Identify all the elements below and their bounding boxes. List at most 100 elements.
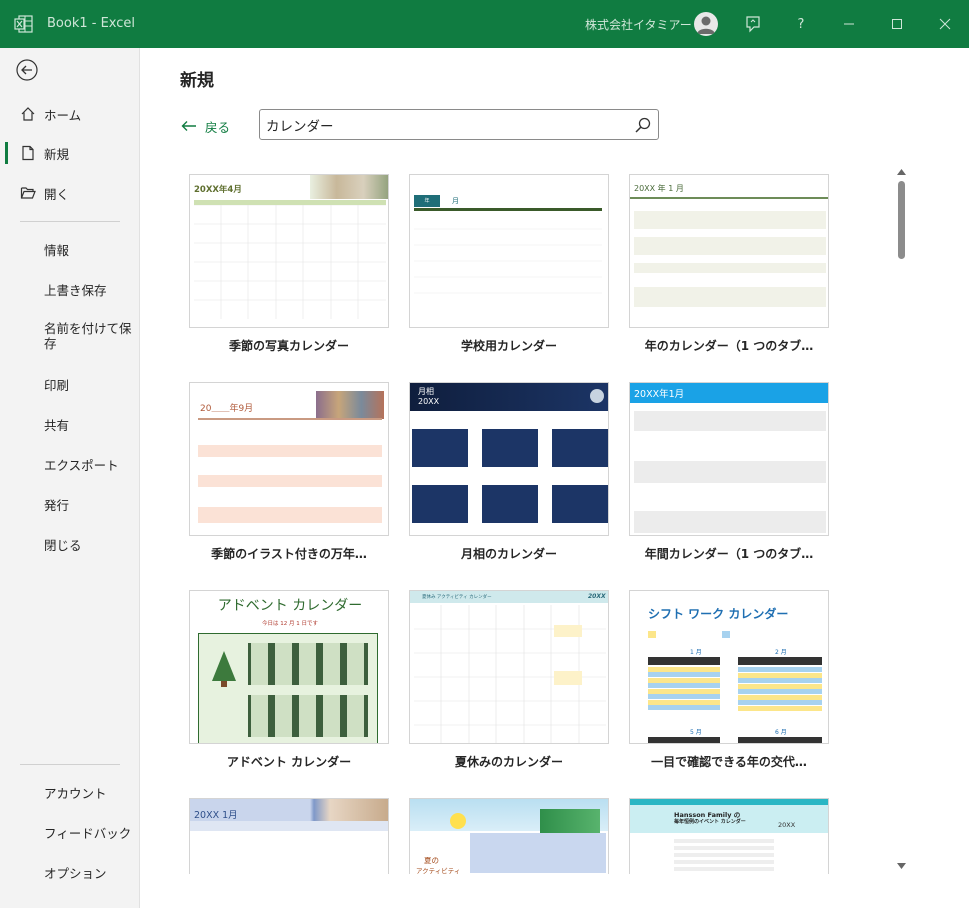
thumb-title: 20XX 1月: [194, 810, 238, 821]
feedback-icon[interactable]: [741, 12, 765, 36]
template-label: 年間カレンダー（1 つのタブ…: [644, 547, 814, 561]
tree-icon: [212, 651, 236, 687]
scroll-down-icon[interactable]: [896, 862, 907, 870]
back-label: 戻る: [205, 119, 231, 135]
avatar[interactable]: [694, 12, 718, 36]
thumb-subtitle: 20XX: [588, 593, 606, 600]
template-search-box[interactable]: [259, 109, 659, 140]
template-label: 夏休みのカレンダー: [454, 755, 563, 769]
sidebar-item-save[interactable]: 上書き保存: [0, 272, 139, 306]
sidebar-item-label: フィードバック: [44, 825, 132, 841]
template-label: 年のカレンダー（1 つのタブ…: [644, 339, 814, 353]
sidebar-item-export[interactable]: エクスポート: [0, 447, 139, 481]
help-icon[interactable]: ?: [789, 12, 813, 36]
sidebar-item-label: オプション: [44, 865, 107, 881]
back-button[interactable]: 戻る: [181, 116, 230, 136]
search-input[interactable]: [266, 115, 626, 135]
thumb-month: 1 月: [690, 649, 702, 656]
thumb-month: 5 月: [690, 729, 702, 736]
user-icon: [697, 16, 715, 34]
sidebar-item-new[interactable]: 新規: [0, 136, 139, 170]
scrollbar-thumb[interactable]: [898, 181, 905, 259]
thumb-title: 月相: [418, 387, 434, 396]
template-thumbnail[interactable]: 20XX 1月: [189, 798, 389, 874]
template-thumbnail[interactable]: 夏の アクティビティ: [409, 798, 609, 874]
template-thumbnail[interactable]: 20XX年1月: [629, 382, 829, 536]
template-thumbnail[interactable]: 20XX年4月: [189, 174, 389, 328]
template-label: 一目で確認できる年の交代…: [651, 755, 807, 769]
template-thumbnail[interactable]: 夏休み アクティビティ カレンダー 20XX: [409, 590, 609, 744]
thumb-title: 20＿＿年9月: [200, 404, 254, 414]
template-thumbnail[interactable]: 年 月: [409, 174, 609, 328]
excel-icon: [14, 15, 33, 33]
thumb-title: 20XX年1月: [634, 389, 685, 400]
maximize-icon[interactable]: [885, 12, 909, 36]
sidebar-item-feedback[interactable]: フィードバック: [0, 815, 139, 849]
new-document-icon: [22, 145, 34, 161]
sidebar-item-label: 名前を付けて保存: [44, 321, 132, 351]
page-title: 新規: [180, 71, 214, 91]
window-title: Book1 - Excel: [47, 16, 136, 31]
template-label: 季節の写真カレンダー: [228, 339, 349, 353]
left-arrow-icon: [181, 121, 196, 131]
template-thumbnail[interactable]: シフト ワーク カレンダー 1 月 2 月 5 月 6 月: [629, 590, 829, 744]
sidebar-item-save-as[interactable]: 名前を付けて保存: [0, 314, 139, 358]
thumb-title: シフト ワーク カレンダー: [648, 607, 789, 621]
back-arrow-icon[interactable]: [16, 59, 38, 81]
search-icon[interactable]: [634, 116, 652, 134]
template-thumbnail[interactable]: 20XX 年 1 月: [629, 174, 829, 328]
template-thumbnail[interactable]: 20＿＿年9月: [189, 382, 389, 536]
sidebar-item-label: アカウント: [44, 785, 107, 801]
template-thumbnail[interactable]: 月相 20XX: [409, 382, 609, 536]
sidebar-item-label: 上書き保存: [44, 282, 107, 298]
thumb-subtitle: 20XX: [418, 397, 440, 406]
sidebar-item-options[interactable]: オプション: [0, 855, 139, 889]
backstage-sidebar: ホーム 新規 開く 情報 上書き保存 名前を付けて保存 印刷 共有 エクスポート…: [0, 48, 140, 908]
thumb-month: 6 月: [775, 729, 787, 736]
thumb-month: 2 月: [775, 649, 787, 656]
template-label: 学校用カレンダー: [460, 339, 557, 353]
thumb-year: 20XX: [778, 821, 796, 829]
title-bar: Book1 - Excel 株式会社イタミアート ?: [0, 0, 969, 48]
sidebar-item-label: 発行: [44, 497, 70, 513]
thumb-title: アドベント カレンダー: [217, 598, 363, 614]
template-gallery: 20XX年4月 季節の写真カレンダー 年 月 学校用カレンダー 20XX 年 1…: [189, 174, 889, 874]
divider: [20, 221, 120, 222]
sidebar-item-home[interactable]: ホーム: [0, 97, 139, 131]
sidebar-item-account[interactable]: アカウント: [0, 775, 139, 809]
thumb-title: 20XX 年 1 月: [634, 184, 684, 193]
sidebar-item-info[interactable]: 情報: [0, 232, 139, 266]
sidebar-item-label: 新規: [44, 146, 70, 162]
gallery-scrollbar[interactable]: [893, 164, 910, 874]
sidebar-item-label: 共有: [44, 417, 70, 433]
thumb-title: 20XX年4月: [194, 185, 242, 195]
open-folder-icon: [20, 187, 36, 199]
sidebar-item-label: 情報: [44, 242, 70, 258]
thumb-title: 夏休み アクティビティ カレンダー: [422, 595, 492, 600]
sidebar-item-label: ホーム: [44, 107, 82, 123]
template-thumbnail[interactable]: Hansson Family の 毎年恒例のイベント カレンダー 20XX: [629, 798, 829, 874]
sidebar-item-open[interactable]: 開く: [0, 176, 139, 210]
sidebar-item-label: 印刷: [44, 377, 70, 393]
home-icon: [21, 107, 35, 121]
thumb-subtitle: アクティビティ: [416, 867, 461, 874]
sidebar-item-label: 閉じる: [44, 537, 82, 553]
template-label: 月相のカレンダー: [460, 547, 557, 561]
sidebar-item-print[interactable]: 印刷: [0, 367, 139, 401]
thumb-subtitle: 毎年恒例のイベント カレンダー: [674, 819, 746, 825]
scroll-up-icon[interactable]: [896, 168, 907, 176]
account-name[interactable]: 株式会社イタミアート: [585, 16, 704, 33]
sidebar-item-publish[interactable]: 発行: [0, 487, 139, 521]
thumb-title: 月: [452, 197, 459, 205]
close-icon[interactable]: [933, 12, 957, 36]
divider: [20, 764, 120, 765]
sidebar-item-share[interactable]: 共有: [0, 407, 139, 441]
template-label: 季節のイラスト付きの万年…: [211, 547, 367, 561]
sidebar-item-label: エクスポート: [44, 457, 119, 473]
template-label: アドベント カレンダー: [226, 755, 352, 769]
thumb-subtitle: 今日は 12 月 1 日です: [262, 621, 318, 627]
minimize-icon[interactable]: [837, 12, 861, 36]
template-thumbnail[interactable]: アドベント カレンダー 今日は 12 月 1 日です: [189, 590, 389, 744]
sidebar-item-close[interactable]: 閉じる: [0, 527, 139, 561]
sidebar-item-label: 開く: [44, 186, 70, 202]
